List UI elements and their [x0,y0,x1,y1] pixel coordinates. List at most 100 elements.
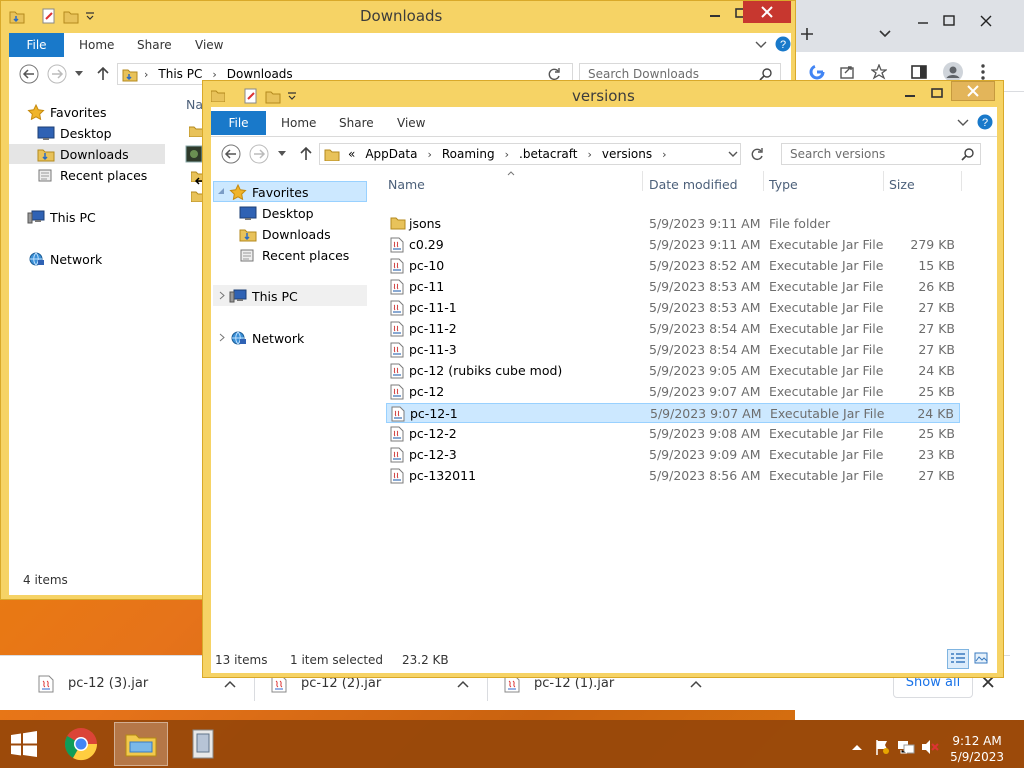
action-center-flag-icon[interactable] [874,739,890,755]
file-row[interactable]: pc-11-1 5/9/2023 8:53 AM Executable Jar Fi… [386,298,960,318]
properties-icon[interactable] [243,88,259,104]
nav-favorites[interactable]: Favorites [229,182,308,202]
tab-file[interactable]: File [9,33,64,57]
up-arrow-icon[interactable] [300,146,312,160]
breadcrumb-item[interactable]: versions [602,147,652,161]
taskbar-chrome[interactable] [52,722,110,766]
search-icon[interactable] [961,148,974,161]
breadcrumb-item[interactable]: Roaming [442,147,495,161]
file-row[interactable]: jsons 5/9/2023 9:11 AM File folder [386,214,960,234]
share-icon[interactable] [837,62,857,82]
nav-favorites[interactable]: Favorites [27,102,106,122]
file-row[interactable]: pc-10 5/9/2023 8:52 AM Executable Jar File… [386,256,960,276]
nav-downloads[interactable]: Downloads [239,224,331,244]
chevron-down-icon[interactable] [85,12,95,20]
kebab-menu-icon[interactable] [973,62,993,82]
expanded-arrow-icon[interactable] [217,187,225,195]
chevron-up-icon[interactable] [224,680,236,688]
nav-this-pc[interactable]: This PC [229,286,298,306]
up-arrow-icon[interactable] [97,66,109,80]
close-button[interactable] [743,1,791,23]
back-arrow-icon[interactable] [19,64,39,84]
chevron-down-icon[interactable] [75,71,83,77]
chevron-down-icon[interactable] [755,41,767,49]
nav-desktop[interactable]: Desktop [239,203,314,223]
chevron-down-icon[interactable] [287,92,297,100]
file-row[interactable]: pc-11 5/9/2023 8:53 AM Executable Jar File… [386,277,960,297]
file-row[interactable]: pc-12 5/9/2023 9:07 AM Executable Jar File… [386,382,960,402]
chrome-close-button[interactable] [966,6,1006,36]
file-row[interactable]: pc-12-2 5/9/2023 9:08 AM Executable Jar Fi… [386,424,960,444]
google-icon[interactable] [807,62,827,82]
chevron-up-icon[interactable] [457,680,469,688]
file-row[interactable]: c0.29 5/9/2023 9:11 AM Executable Jar File… [386,235,960,255]
file-row[interactable]: pc-12-3 5/9/2023 9:09 AM Executable Jar Fi… [386,445,960,465]
forward-arrow-icon[interactable] [249,144,269,164]
breadcrumb-overflow[interactable]: « [348,147,355,161]
nav-recent-places[interactable]: Recent places [239,245,349,265]
properties-icon[interactable] [41,8,57,24]
tab-file[interactable]: File [211,111,266,135]
nav-downloads[interactable]: Downloads [9,144,165,164]
chevron-down-icon[interactable] [957,119,969,127]
tab-view[interactable]: View [397,111,425,135]
forward-arrow-icon[interactable] [47,64,67,84]
file-row[interactable]: pc-132011 5/9/2023 8:56 AM Executable Jar … [386,466,960,486]
taskbar-file-explorer[interactable] [114,722,168,766]
breadcrumb-item[interactable]: Downloads [227,67,293,81]
tab-share[interactable]: Share [339,111,374,135]
side-panel-icon[interactable] [909,62,929,82]
nav-network[interactable]: Network [27,249,102,269]
tab-home[interactable]: Home [79,33,114,57]
column-header-name[interactable]: Name [388,177,425,192]
volume-muted-icon[interactable] [921,739,939,755]
column-header-size[interactable]: Size [889,177,915,192]
chrome-maximize-button[interactable] [929,6,969,36]
maximize-button[interactable] [926,83,948,103]
breadcrumb-item[interactable]: This PC [158,67,202,81]
breadcrumb-item[interactable]: .betacraft [519,147,577,161]
refresh-icon[interactable] [547,67,561,81]
collapsed-arrow-icon[interactable] [219,333,225,342]
address-bar[interactable]: « AppData › Roaming › .betacraft › versi… [319,143,741,165]
tab-share[interactable]: Share [137,33,172,57]
minimize-button[interactable] [899,83,921,103]
nav-network[interactable]: Network [229,328,304,348]
network-status-icon[interactable] [897,739,915,755]
tab-search-button[interactable] [873,22,897,46]
file-row[interactable]: pc-11-2 5/9/2023 8:54 AM Executable Jar Fi… [386,319,960,339]
search-input[interactable]: Search versions [781,143,981,165]
start-button[interactable] [0,722,48,766]
minimize-button[interactable] [701,3,729,23]
folder-icon[interactable] [189,125,203,137]
bookmark-star-icon[interactable] [869,62,889,82]
file-row[interactable]: pc-12-1 5/9/2023 9:07 AM Executable Jar Fi… [386,403,960,423]
help-icon[interactable]: ? [977,114,993,130]
breadcrumb-item[interactable]: AppData [365,147,417,161]
back-arrow-icon[interactable] [221,144,241,164]
chevron-down-icon[interactable] [728,151,738,157]
new-folder-icon[interactable] [63,8,79,24]
system-clock[interactable]: 9:12 AM 5/9/2023 [950,733,1004,765]
tab-home[interactable]: Home [281,111,316,135]
chevron-down-icon[interactable] [278,151,286,157]
file-row[interactable]: pc-11-3 5/9/2023 8:54 AM Executable Jar Fi… [386,340,960,360]
file-row[interactable]: pc-12 (rubiks cube mod) 5/9/2023 9:05 AM E… [386,361,960,381]
nav-recent-places[interactable]: Recent places [37,165,147,185]
new-tab-button[interactable] [795,22,819,46]
refresh-icon[interactable] [750,147,764,161]
collapsed-arrow-icon[interactable] [219,291,225,300]
new-folder-icon[interactable] [265,88,281,104]
help-icon[interactable]: ? [775,36,791,52]
tab-view[interactable]: View [195,33,223,57]
chevron-up-icon[interactable] [852,744,862,750]
details-view-button[interactable] [947,649,969,669]
taskbar-app[interactable] [174,722,232,766]
large-icons-view-button[interactable] [971,649,993,669]
column-header-type[interactable]: Type [769,177,798,192]
nav-desktop[interactable]: Desktop [37,123,112,143]
nav-this-pc[interactable]: This PC [27,207,96,227]
close-button[interactable] [951,81,995,101]
column-header-date-modified[interactable]: Date modified [649,177,738,192]
chevron-up-icon[interactable] [690,680,702,688]
